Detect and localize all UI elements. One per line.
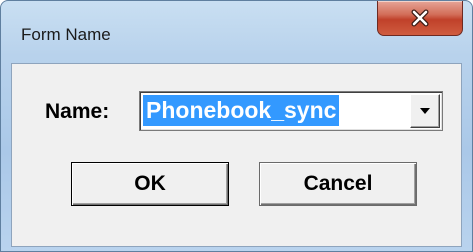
dialog-body: Name: Phonebook_sync OK Cancel	[11, 63, 462, 247]
dialog-window: Form Name Name: Phonebook_sync OK Cancel	[0, 0, 473, 252]
name-label: Name:	[45, 100, 110, 123]
ok-button[interactable]: OK	[71, 162, 229, 206]
chevron-down-icon	[420, 108, 430, 114]
close-icon	[411, 9, 429, 27]
close-button[interactable]	[377, 1, 463, 36]
title-bar[interactable]: Form Name	[1, 1, 472, 44]
name-input-value[interactable]: Phonebook_sync	[143, 95, 340, 126]
window-title: Form Name	[21, 25, 111, 44]
dropdown-button[interactable]	[410, 94, 440, 128]
name-combobox[interactable]: Phonebook_sync	[139, 91, 443, 131]
cancel-button[interactable]: Cancel	[259, 162, 417, 206]
